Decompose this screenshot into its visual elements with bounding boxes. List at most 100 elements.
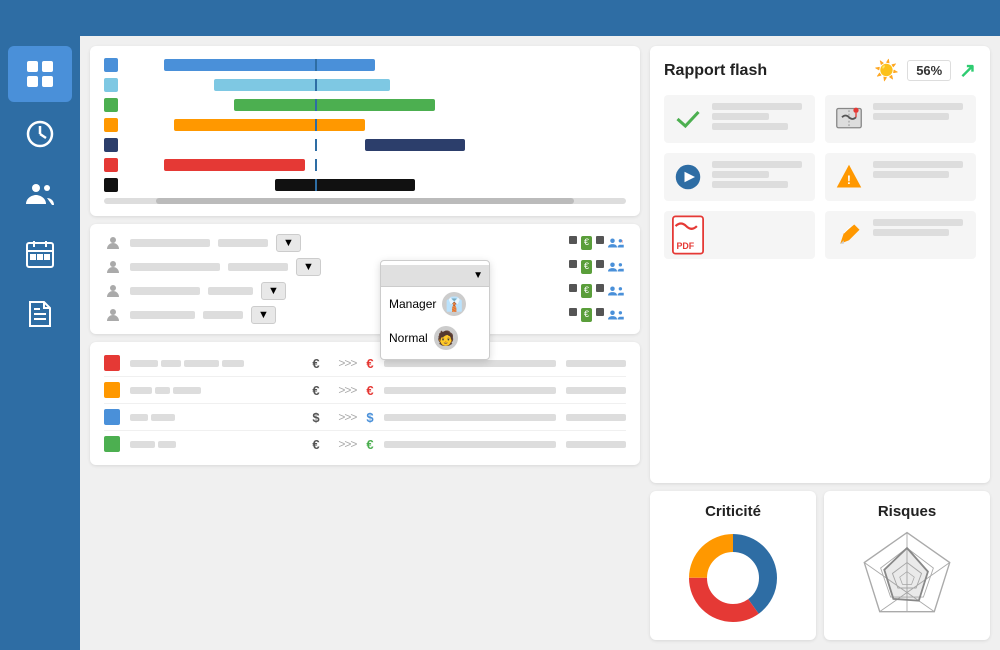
sidebar-item-clock[interactable]	[8, 106, 72, 162]
people-sq3	[569, 260, 577, 268]
play-icon	[672, 161, 704, 193]
bottom-right-row: Criticité	[650, 491, 990, 640]
risques-card: Risques	[824, 491, 990, 640]
people-sq6	[596, 284, 604, 292]
people-dropdown-trigger-3[interactable]: ▼	[261, 282, 286, 300]
person-icon-2	[104, 258, 122, 276]
rapport-item-pdf: PDF	[664, 211, 815, 259]
dropdown-popup-header: ▼	[381, 265, 489, 287]
gantt-rows	[104, 58, 626, 192]
list-arrows-1: >>>	[338, 356, 356, 370]
svg-text:!: !	[622, 239, 623, 244]
gantt-row	[104, 138, 626, 152]
people-dropdown-trigger-1[interactable]: ▼	[276, 234, 301, 252]
list-end-bar-3b	[566, 414, 626, 421]
gantt-row	[104, 118, 626, 132]
gantt-vline	[315, 59, 317, 71]
list-currency-left-3: $	[312, 410, 328, 425]
people-money-btn-2[interactable]: €	[581, 260, 592, 274]
list-text-bars-4	[130, 441, 302, 448]
manager-avatar: 👔	[442, 292, 466, 316]
gantt-vline-4	[315, 119, 317, 131]
gantt-row	[104, 158, 626, 172]
rapport-header: Rapport flash ☀️ 56% ↗	[664, 58, 976, 83]
dropdown-item-manager-label: Manager	[389, 297, 436, 311]
rapport-item-map	[825, 95, 976, 143]
people-dropdown-trigger-2[interactable]: ▼	[296, 258, 321, 276]
list-row-4: € >>> €	[104, 431, 626, 457]
sidebar-item-dashboard[interactable]	[8, 46, 72, 102]
list-end-bar-1b	[566, 360, 626, 367]
gantt-scrollbar-thumb	[156, 198, 574, 204]
people-row-3: ▼ €	[104, 282, 626, 300]
svg-text:PDF: PDF	[676, 241, 694, 251]
pdf-icon: PDF	[672, 219, 704, 251]
list-text-bars-3	[130, 414, 302, 421]
people-icon	[24, 178, 56, 210]
pencil-icon	[833, 219, 865, 251]
rapport-flash-card: Rapport flash ☀️ 56% ↗	[650, 46, 990, 483]
donut-chart	[683, 528, 783, 628]
main-content: ▼ € !	[80, 36, 1000, 650]
people-sq7	[569, 308, 577, 316]
list-text-bars-1	[130, 360, 302, 367]
gantt-bar-6	[164, 159, 305, 171]
rapport-trend-arrow: ↗	[959, 58, 976, 83]
gantt-bar-container-3	[124, 99, 626, 111]
rapport-item-check	[664, 95, 815, 143]
people-money-btn-1[interactable]: €	[581, 236, 592, 250]
gantt-scrollbar[interactable]	[104, 198, 626, 204]
sidebar-item-calendar[interactable]	[8, 226, 72, 282]
list-end-bar-3	[384, 414, 556, 421]
list-currency-right-2: €	[366, 383, 373, 398]
sidebar-item-people[interactable]	[8, 166, 72, 222]
list-currency-left-2: €	[312, 383, 328, 398]
people-dropdown-trigger-4[interactable]: ▼	[251, 306, 276, 324]
gantt-bar-3	[234, 99, 435, 111]
left-panel: ▼ € !	[90, 46, 640, 640]
warning-icon: !	[833, 161, 865, 193]
gantt-row	[104, 58, 626, 72]
gantt-card	[90, 46, 640, 216]
gantt-bar-1	[164, 59, 375, 71]
people-actions-1: € !	[569, 236, 626, 250]
list-arrows-2: >>>	[338, 383, 356, 397]
gantt-color-6	[104, 158, 118, 172]
gantt-color-3	[104, 98, 118, 112]
map-icon	[833, 103, 865, 135]
gantt-bar-container-4	[124, 119, 626, 131]
gantt-bar-container-2	[124, 79, 626, 91]
check-icon	[672, 103, 704, 135]
rapport-percentage: 56%	[907, 60, 951, 81]
rapport-grid: ! PDF	[664, 95, 976, 259]
list-currency-right-4: €	[366, 437, 373, 452]
rapport-item-warning-lines	[873, 161, 968, 178]
gantt-color-7	[104, 178, 118, 192]
gantt-vline-5	[315, 139, 317, 151]
gantt-vline-7	[315, 179, 317, 191]
list-end-bar-1	[384, 360, 556, 367]
person-icon-1	[104, 234, 122, 252]
dropdown-item-normal[interactable]: Normal 🧑	[381, 321, 489, 355]
list-end-bar-2b	[566, 387, 626, 394]
calendar-icon	[24, 238, 56, 270]
list-currency-left-1: €	[312, 356, 328, 371]
gantt-row	[104, 78, 626, 92]
people-money-btn-4[interactable]: €	[581, 308, 592, 322]
list-end-bar-2	[384, 387, 556, 394]
gantt-bar-container-5	[124, 139, 626, 151]
gantt-bar-7	[275, 179, 416, 191]
gantt-bar-5	[365, 139, 465, 151]
people-sq2	[596, 236, 604, 244]
list-end-bar-4b	[566, 441, 626, 448]
people-money-btn-3[interactable]: €	[581, 284, 592, 298]
people-bar-2	[130, 263, 220, 271]
sidebar-item-document[interactable]	[8, 286, 72, 342]
people-bar-4b	[203, 311, 243, 319]
people-group-icon-4	[608, 308, 626, 322]
people-card: ▼ € !	[90, 224, 640, 334]
list-currency-left-4: €	[312, 437, 328, 452]
gantt-vline-3	[315, 99, 317, 111]
people-bar-1	[130, 239, 210, 247]
dropdown-item-manager[interactable]: Manager 👔	[381, 287, 489, 321]
